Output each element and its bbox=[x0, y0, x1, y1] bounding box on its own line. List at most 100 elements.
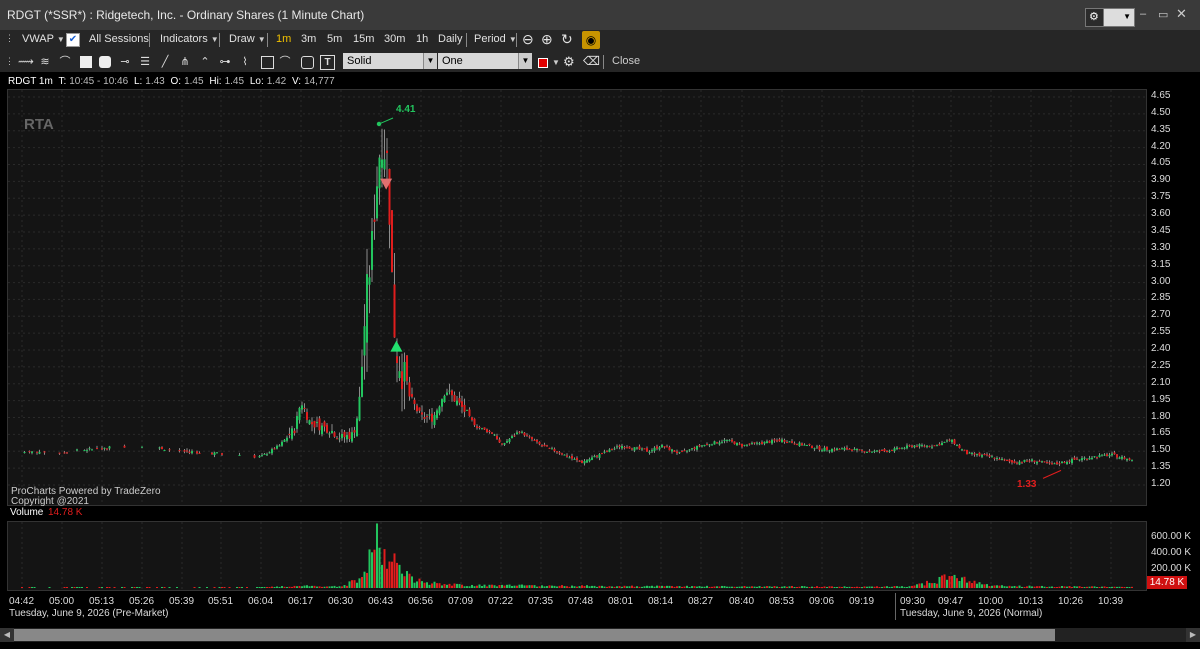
volume-bar bbox=[168, 587, 171, 588]
horizontal-ray-icon[interactable]: ⊶ bbox=[218, 55, 232, 69]
color-chevron-icon[interactable]: ▼ bbox=[552, 58, 560, 67]
volume-bar bbox=[511, 585, 513, 588]
rectangle-icon[interactable] bbox=[261, 56, 274, 69]
volume-bar bbox=[1118, 586, 1121, 588]
time-axis-tick: 10:13 bbox=[1018, 596, 1044, 607]
candle-body bbox=[923, 445, 926, 447]
arc-icon[interactable]: ⌒ bbox=[58, 55, 72, 69]
interval-1h[interactable]: 1h bbox=[416, 33, 428, 45]
volume-bar bbox=[653, 586, 656, 588]
volume-bar bbox=[296, 586, 298, 588]
period-menu[interactable]: Period ▼ bbox=[474, 33, 517, 45]
candle-body bbox=[1123, 457, 1126, 460]
candle-body bbox=[643, 448, 646, 450]
fib-icon[interactable]: ☰ bbox=[138, 55, 152, 69]
minimize-icon[interactable]: – bbox=[1140, 8, 1146, 20]
draw-menu[interactable]: Draw ▼ bbox=[229, 33, 266, 45]
candle-body bbox=[158, 447, 161, 449]
line-style-select[interactable]: Solid ▼ bbox=[343, 53, 437, 69]
volume-bar bbox=[113, 587, 116, 588]
text-tool-icon[interactable]: T bbox=[320, 55, 335, 70]
trendline-icon[interactable]: ⟿ bbox=[18, 55, 34, 69]
candle-body bbox=[123, 445, 126, 448]
eraser-icon[interactable]: ⌫ bbox=[583, 54, 600, 68]
candle-body bbox=[271, 449, 273, 454]
volume-bar bbox=[583, 585, 586, 588]
close-window-icon[interactable]: ✕ bbox=[1176, 6, 1187, 22]
pitchfork-icon[interactable]: ⋔ bbox=[178, 55, 192, 69]
curve-icon[interactable]: ⌒ bbox=[278, 55, 292, 69]
candle-body bbox=[328, 433, 331, 435]
reset-zoom-icon[interactable]: ↻ bbox=[561, 31, 573, 48]
volume-bar bbox=[803, 586, 806, 588]
scroll-left-icon[interactable]: ◀ bbox=[0, 628, 14, 642]
volume-bar bbox=[48, 587, 51, 588]
volume-bar bbox=[731, 586, 733, 588]
interval-15m[interactable]: 15m bbox=[353, 33, 374, 45]
rectangle-fill-icon[interactable] bbox=[80, 56, 92, 68]
candle-body bbox=[491, 432, 493, 434]
interval-3m[interactable]: 3m bbox=[301, 33, 316, 45]
channel-icon[interactable]: ≋ bbox=[38, 55, 52, 69]
volume-bar bbox=[73, 587, 76, 588]
path-icon[interactable]: ⌃ bbox=[198, 55, 212, 69]
candle-body bbox=[553, 448, 556, 452]
all-sessions-checkbox[interactable]: ✔ bbox=[66, 33, 80, 47]
line-icon[interactable]: ╱ bbox=[158, 55, 172, 69]
interval-30m[interactable]: 30m bbox=[384, 33, 405, 45]
volume-bar bbox=[71, 587, 73, 588]
candle-body bbox=[1001, 458, 1003, 461]
candle-body bbox=[538, 441, 541, 445]
candle-body bbox=[733, 441, 736, 445]
line-count-select[interactable]: One ▼ bbox=[438, 53, 532, 69]
rounded-rectangle-icon[interactable] bbox=[301, 56, 314, 69]
settings-dropdown[interactable]: ▼ bbox=[1103, 8, 1135, 27]
zoom-in-icon[interactable]: ⊕ bbox=[541, 31, 553, 48]
time-axis-tick: 04:42 bbox=[9, 596, 35, 607]
interval-daily[interactable]: Daily bbox=[438, 33, 462, 45]
gann-icon[interactable]: ⌇ bbox=[238, 55, 252, 69]
volume-bar bbox=[108, 587, 111, 588]
volume-bar bbox=[616, 586, 618, 588]
indicators-label: Indicators bbox=[160, 33, 208, 45]
volume-bar bbox=[913, 585, 916, 588]
price-alert-icon[interactable]: ◉ bbox=[582, 31, 600, 49]
scrollbar-thumb[interactable] bbox=[7, 629, 1055, 641]
settings-gear-icon[interactable]: ⚙ bbox=[1085, 8, 1104, 27]
volume-bar bbox=[756, 586, 758, 588]
candle-body bbox=[683, 450, 686, 452]
volume-bar bbox=[886, 586, 888, 588]
volume-bar bbox=[156, 587, 158, 588]
volume-bar bbox=[333, 585, 336, 588]
volume-bar bbox=[818, 587, 821, 588]
close-drawing-button[interactable]: Close bbox=[612, 55, 640, 67]
ray-icon[interactable]: ⊸ bbox=[118, 55, 132, 69]
volume-chart[interactable] bbox=[7, 521, 1147, 591]
scroll-right-icon[interactable]: ▶ bbox=[1186, 628, 1200, 642]
color-swatch[interactable] bbox=[538, 58, 548, 68]
vwap-dropdown[interactable]: VWAP ▼ bbox=[22, 33, 65, 45]
volume-bar bbox=[558, 585, 561, 588]
volume-bar bbox=[308, 586, 311, 588]
indicators-menu[interactable]: Indicators ▼ bbox=[160, 33, 219, 45]
volume-bar bbox=[261, 587, 263, 588]
zoom-out-icon[interactable]: ⊖ bbox=[522, 31, 534, 48]
volume-bar bbox=[21, 587, 23, 588]
restore-icon[interactable]: ▭ bbox=[1158, 8, 1168, 21]
interval-5m[interactable]: 5m bbox=[327, 33, 342, 45]
settings-gear-icon[interactable]: ⚙ bbox=[563, 54, 575, 70]
volume-bar bbox=[1028, 585, 1031, 588]
volume-bar bbox=[678, 586, 681, 588]
volume-bar bbox=[603, 586, 606, 588]
volume-bar bbox=[1123, 587, 1126, 588]
volume-bar bbox=[476, 585, 478, 588]
candle-body bbox=[603, 451, 606, 453]
interval-1m[interactable]: 1m bbox=[276, 33, 291, 45]
rounded-rect-icon[interactable] bbox=[99, 56, 111, 68]
volume-bar bbox=[566, 586, 568, 588]
price-axis-tick: 3.30 bbox=[1151, 241, 1171, 253]
candle-body bbox=[1063, 461, 1066, 463]
candle-body bbox=[863, 451, 866, 453]
price-chart[interactable]: RTA ProCharts Powered by TradeZero Copyr… bbox=[7, 89, 1147, 507]
volume-bar bbox=[63, 587, 66, 588]
